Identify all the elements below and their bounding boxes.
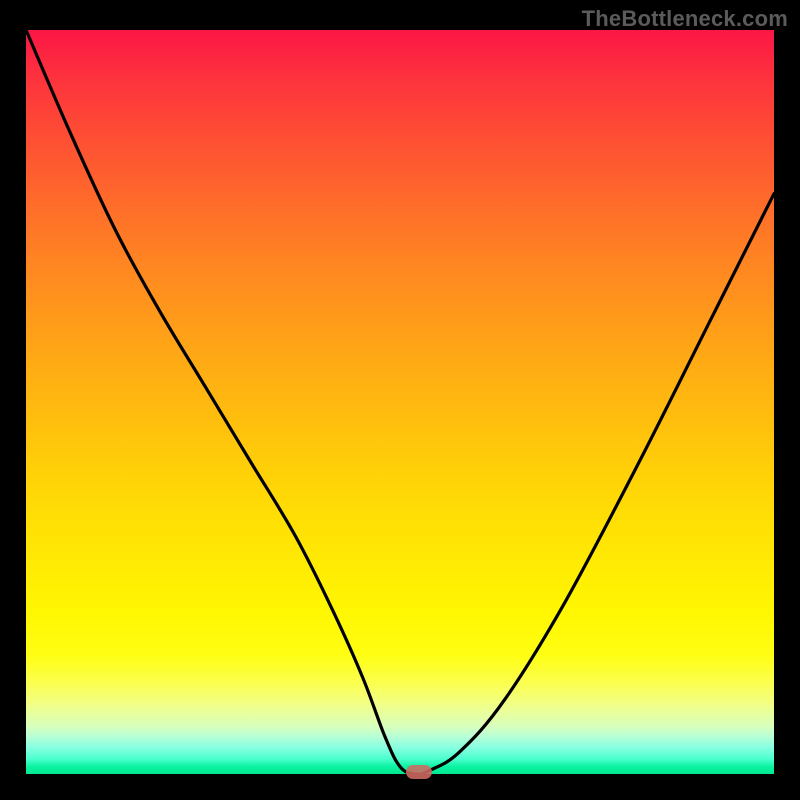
bottleneck-curve <box>26 30 774 774</box>
chart-frame: TheBottleneck.com <box>0 0 800 800</box>
optimum-marker <box>406 765 432 779</box>
watermark-text: TheBottleneck.com <box>582 6 788 32</box>
plot-area <box>26 30 774 774</box>
